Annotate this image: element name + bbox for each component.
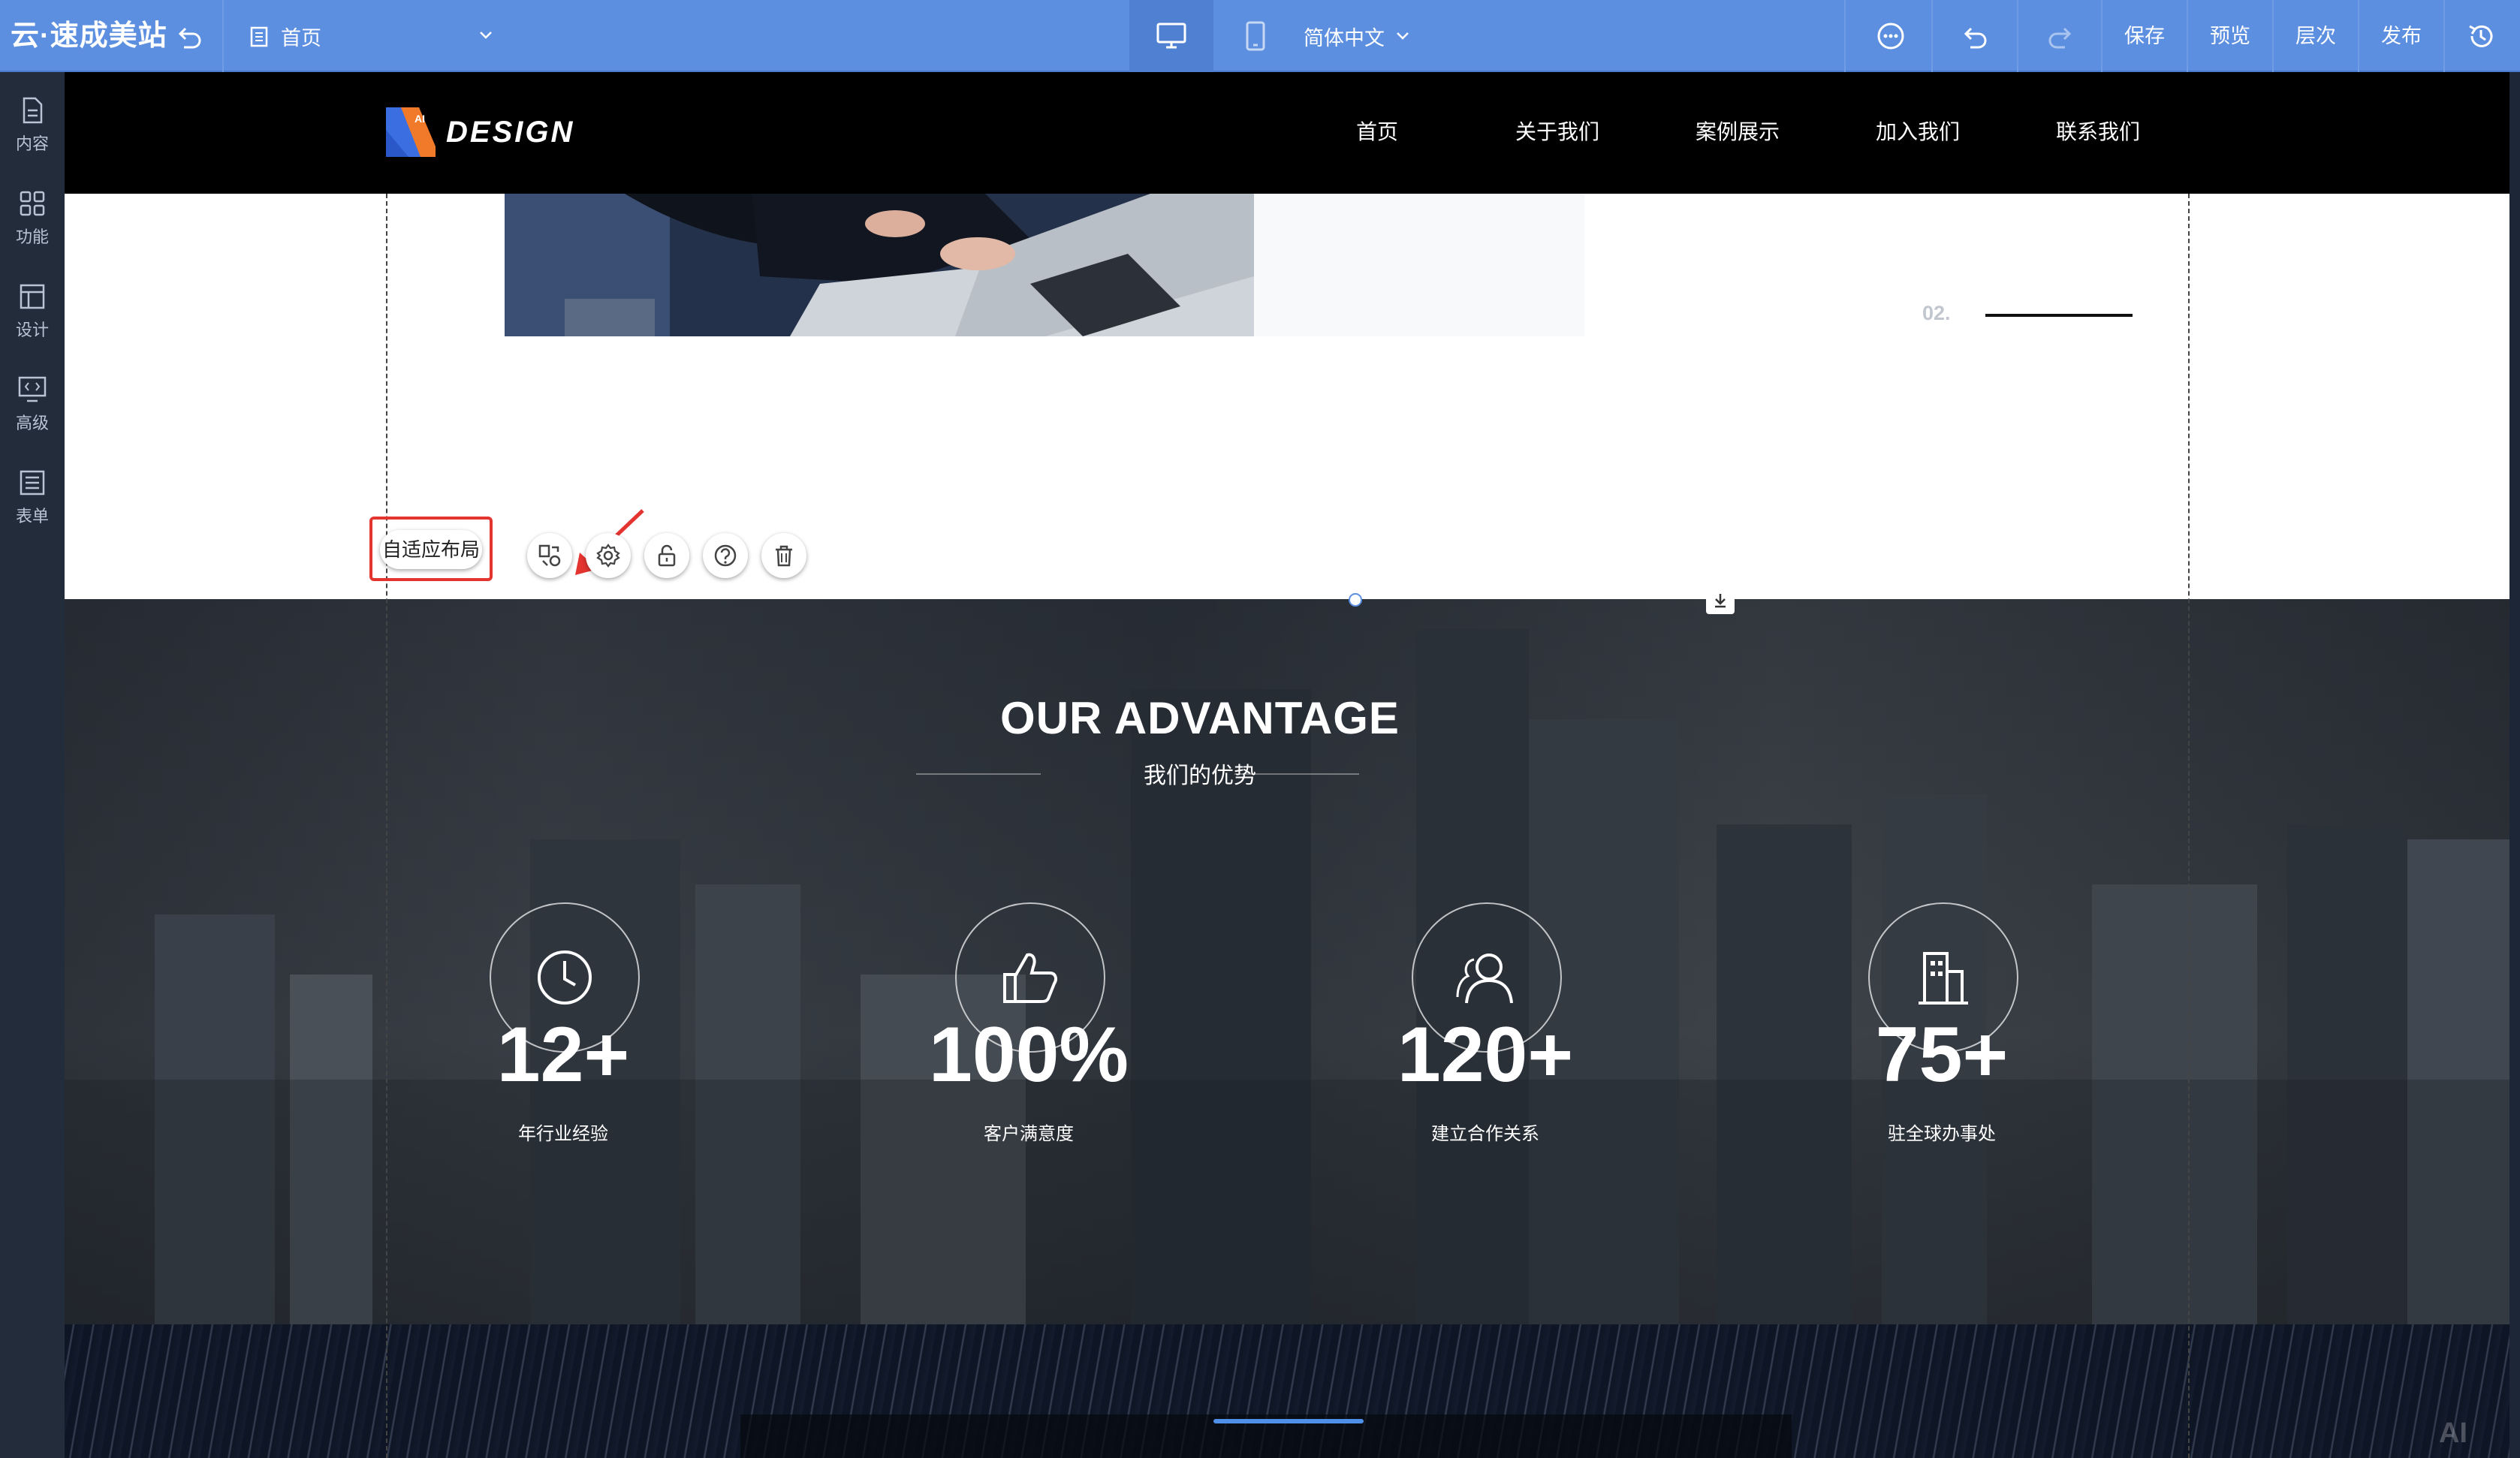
mobile-view-button[interactable]	[1213, 0, 1298, 72]
slide-number: 02.	[1922, 302, 1951, 324]
desktop-view-button[interactable]	[1129, 0, 1213, 72]
layout-icon	[20, 284, 45, 309]
help-icon	[714, 544, 737, 567]
logo-mark-icon: AI	[386, 107, 436, 157]
language-label: 简体中文	[1304, 26, 1385, 50]
layout-guide-right	[2188, 194, 2190, 1458]
back-undo-icon[interactable]	[174, 23, 204, 53]
grid-icon	[20, 191, 45, 216]
history-icon[interactable]	[2463, 21, 2499, 51]
resize-handle[interactable]	[1349, 593, 1362, 607]
nav-item-about[interactable]: 关于我们	[1490, 116, 1625, 149]
delete-button[interactable]	[761, 533, 806, 578]
slide-line	[1985, 314, 2133, 317]
sidebar-item-label: 功能	[15, 227, 49, 246]
stat-label: 年行业经验	[518, 1124, 608, 1144]
advantage-subtitle: 我们的优势	[1144, 764, 1256, 788]
language-selector[interactable]: 简体中文	[1304, 0, 1439, 72]
advantage-section[interactable]: OUR ADVANTAGE 我们的优势 12+ 年行业经验 100% 客户满意度…	[65, 599, 2509, 1324]
editor-canvas: AI DESIGN 首页 关于我们 案例展示 加入我们 联系我们 02. OUR…	[65, 72, 2509, 1458]
thumbs-up-icon	[1003, 953, 1057, 1003]
replace-icon	[538, 544, 561, 567]
toolbar-divider	[222, 0, 224, 72]
toolbar-divider	[1931, 0, 1933, 72]
sidebar-item-form[interactable]: 表单	[0, 455, 65, 530]
sidebar-item-label: 设计	[15, 321, 49, 339]
section-accent-line	[1213, 1419, 1364, 1423]
adaptive-layout-highlight: 自适应布局	[369, 517, 493, 581]
sidebar-item-design[interactable]: 设计	[0, 269, 65, 344]
code-monitor-icon	[18, 376, 47, 402]
editor-sidebar: 内容 功能 设计 高级 表单	[0, 72, 65, 1458]
sidebar-item-label: 高级	[15, 414, 49, 432]
lock-button[interactable]	[644, 533, 689, 578]
svg-text:AI: AI	[414, 113, 425, 125]
chevron-down-icon	[480, 32, 492, 39]
stat-value: 120+	[1397, 1011, 1574, 1098]
layers-button[interactable]: 层次	[2274, 0, 2358, 72]
sidebar-item-label: 表单	[15, 507, 49, 526]
stat-label: 驻全球办事处	[1888, 1124, 1996, 1144]
sidebar-item-label: 内容	[15, 134, 49, 153]
building-icon	[1919, 952, 1968, 1005]
help-button[interactable]	[703, 533, 748, 578]
page-icon	[250, 26, 268, 47]
site-header[interactable]: AI DESIGN 首页 关于我们 案例展示 加入我们 联系我们	[65, 72, 2509, 194]
clock-icon	[538, 950, 592, 1005]
site-logo[interactable]: AI DESIGN	[386, 105, 574, 159]
nav-item-cases[interactable]: 案例展示	[1670, 116, 1805, 149]
nav-item-join[interactable]: 加入我们	[1850, 116, 1985, 149]
delete-icon	[776, 545, 792, 567]
page-selector[interactable]: 首页	[248, 15, 503, 57]
undo-icon[interactable]	[1957, 23, 1993, 53]
stat-value: 75+	[1875, 1011, 2009, 1098]
lock-icon	[658, 544, 676, 567]
star-trail-section[interactable]: AI	[65, 1324, 2509, 1458]
people-icon	[1456, 953, 1513, 1004]
sidebar-item-advanced[interactable]: 高级	[0, 362, 65, 437]
stat-label: 建立合作关系	[1431, 1124, 1539, 1144]
toolbar-divider	[2443, 0, 2445, 72]
preview-button[interactable]: 预览	[2188, 0, 2272, 72]
toolbar-divider	[1844, 0, 1846, 72]
desktop-icon	[1156, 23, 1186, 49]
editor-brand: 云·速成美站	[11, 20, 167, 52]
stat-label: 客户满意度	[984, 1124, 1074, 1144]
stat-value: 100%	[929, 1011, 1129, 1098]
hero-photo	[505, 194, 1254, 336]
replace-component-button[interactable]	[527, 533, 572, 578]
settings-icon	[596, 544, 620, 568]
stat-value: 12+	[496, 1011, 630, 1098]
settings-button[interactable]	[586, 533, 631, 578]
canvas-scroll-gutter[interactable]	[2509, 72, 2520, 1458]
text-panel	[1254, 194, 1584, 336]
layout-guide-left	[386, 194, 387, 1458]
more-icon[interactable]	[1873, 21, 1909, 51]
sidebar-item-content[interactable]: 内容	[0, 83, 65, 158]
toolbar-divider	[2017, 0, 2018, 72]
mobile-icon	[1246, 21, 1265, 51]
document-icon	[23, 97, 43, 124]
editor-toolbar: 云·速成美站 首页 简体中文 保存 预览 层次 发布	[0, 0, 2520, 72]
ai-watermark: AI	[2439, 1417, 2467, 1449]
form-list-icon	[20, 470, 45, 496]
logo-text: DESIGN	[446, 115, 575, 149]
chevron-down-icon	[1397, 32, 1409, 40]
nav-item-contact[interactable]: 联系我们	[2030, 116, 2166, 149]
page-selector-label: 首页	[281, 26, 321, 50]
nav-item-home[interactable]: 首页	[1310, 116, 1445, 149]
advantage-title: OUR ADVANTAGE	[1000, 693, 1400, 743]
adaptive-layout-button[interactable]: 自适应布局	[380, 530, 482, 569]
redo-icon[interactable]	[2042, 23, 2078, 53]
download-icon[interactable]	[1706, 587, 1735, 614]
save-button[interactable]: 保存	[2103, 0, 2187, 72]
subtitle-rule-right	[1234, 773, 1359, 775]
sidebar-item-function[interactable]: 功能	[0, 176, 65, 251]
publish-button[interactable]: 发布	[2359, 0, 2443, 72]
